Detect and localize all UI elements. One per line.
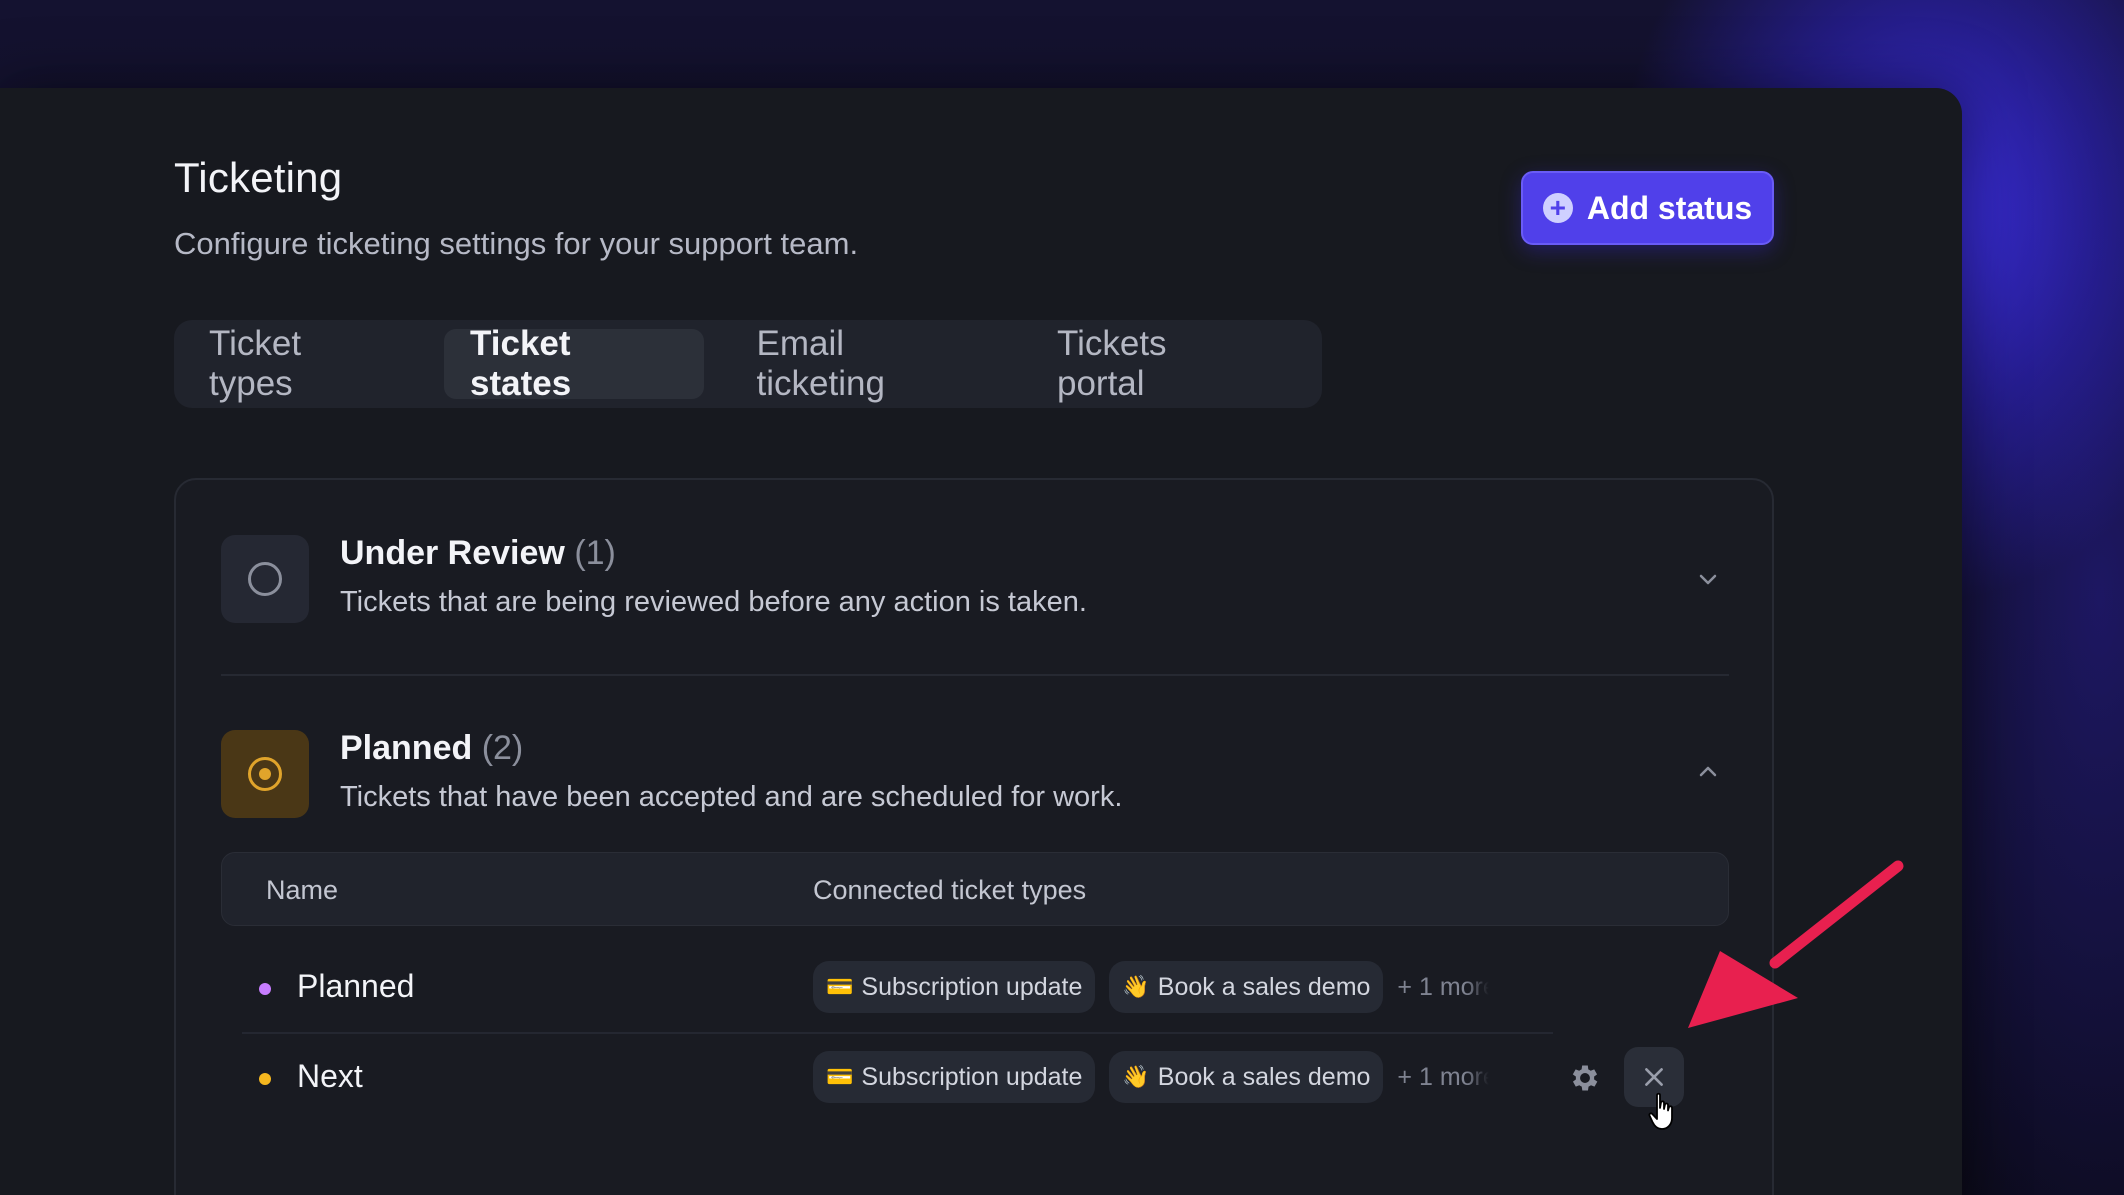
settings-tabs: Ticket types Ticket states Email ticketi… — [174, 320, 1322, 408]
row-name: Planned — [297, 968, 415, 1004]
column-header-connected-types: Connected ticket types — [813, 875, 1087, 905]
table-header: Name Connected ticket types — [221, 852, 1729, 926]
row-name: Next — [297, 1058, 363, 1094]
chip-label: Subscription update — [861, 972, 1083, 1001]
status-dot — [259, 983, 271, 995]
ticket-type-chips: 💳 Subscription update 👋 Book a sales dem… — [813, 1050, 1489, 1104]
waving-hand-icon: 👋 — [1122, 974, 1150, 999]
add-status-button[interactable]: + Add status — [1521, 171, 1774, 245]
row-divider — [242, 1032, 1553, 1034]
ticket-states-card: Under Review (1) Tickets that are being … — [174, 478, 1774, 1195]
state-title-under-review[interactable]: Under Review (1) — [340, 534, 616, 573]
target-icon — [248, 757, 282, 791]
ticket-type-chip[interactable]: 👋 Book a sales demo — [1109, 961, 1384, 1013]
chip-label: Subscription update — [861, 1062, 1083, 1091]
ticket-type-chip[interactable]: 👋 Book a sales demo — [1109, 1051, 1384, 1103]
state-count: (1) — [574, 534, 616, 572]
plus-circle-icon: + — [1542, 193, 1573, 223]
tab-tickets-portal[interactable]: Tickets portal — [1031, 324, 1286, 403]
tab-ticket-types[interactable]: Ticket types — [183, 324, 417, 403]
ticket-type-chip[interactable]: 💳 Subscription update — [813, 1051, 1096, 1103]
waving-hand-icon: 👋 — [1122, 1064, 1150, 1089]
chevron-down-icon[interactable] — [1696, 567, 1720, 591]
ticket-type-chips: 💳 Subscription update 👋 Book a sales dem… — [813, 960, 1489, 1014]
state-name: Under Review — [340, 534, 565, 572]
chevron-up-icon[interactable] — [1696, 760, 1720, 784]
tab-ticket-states[interactable]: Ticket states — [444, 324, 704, 403]
page-title: Ticketing — [174, 154, 343, 201]
ticket-type-chip[interactable]: 💳 Subscription update — [813, 961, 1096, 1013]
credit-card-icon: 💳 — [826, 1064, 854, 1089]
column-header-name: Name — [266, 875, 339, 905]
state-count: (2) — [481, 729, 524, 767]
close-icon — [1645, 1068, 1663, 1086]
state-divider — [221, 674, 1729, 676]
state-name: Planned — [340, 729, 473, 767]
chip-label: Book a sales demo — [1157, 1062, 1371, 1091]
gear-icon[interactable] — [1568, 1061, 1602, 1095]
chip-label: Book a sales demo — [1157, 972, 1371, 1001]
status-dot — [259, 1073, 271, 1085]
state-title-planned[interactable]: Planned (2) — [340, 729, 523, 768]
more-types-link[interactable]: + 1 more — [1397, 1063, 1489, 1092]
table-row[interactable]: Next 💳 Subscription update 👋 Book a sale… — [241, 1034, 1729, 1122]
remove-state-button[interactable] — [1624, 1047, 1684, 1107]
state-icon-planned — [221, 730, 309, 818]
page-subtitle: Configure ticketing settings for your su… — [174, 226, 859, 261]
state-description-planned: Tickets that have been accepted and are … — [340, 781, 1123, 813]
tab-email-ticketing[interactable]: Email ticketing — [731, 324, 1004, 403]
state-icon-under-review — [221, 535, 309, 623]
more-types-link[interactable]: + 1 more — [1397, 973, 1489, 1002]
circle-icon — [248, 562, 282, 596]
state-description-under-review: Tickets that are being reviewed before a… — [340, 586, 1087, 618]
add-status-label: Add status — [1586, 189, 1753, 226]
table-row[interactable]: Planned 💳 Subscription update 👋 Book a s… — [241, 944, 1729, 1032]
credit-card-icon: 💳 — [826, 974, 854, 999]
